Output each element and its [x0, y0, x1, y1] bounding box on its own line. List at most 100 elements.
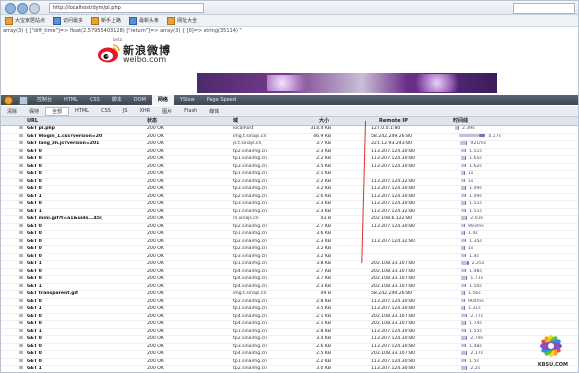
- net-request-row[interactable]: ⊞ GET 0 200 OK tp4.sinaimg.cn 2.7 KB 202.108.…: [1, 268, 578, 276]
- bookmark-item[interactable]: 最新头条: [129, 16, 159, 25]
- expand-icon[interactable]: ⊞: [19, 329, 25, 336]
- net-filter-button[interactable]: CSS: [95, 108, 117, 114]
- net-request-row[interactable]: ⊞ GET 1 200 OK tp1.sinaimg.cn 2.3 KB 113.207.…: [1, 208, 578, 216]
- net-request-row[interactable]: ⊞ GET 1 200 OK tp1.sinaimg.cn 3.8 KB 202.108.…: [1, 261, 578, 269]
- net-request-row[interactable]: ⊞ GET transparent.gif 200 OK img.t.sinajs.c…: [1, 291, 578, 299]
- col-size[interactable]: 大小: [319, 117, 329, 125]
- net-request-row[interactable]: ⊞ GET 1 200 OK tp2.sinaimg.cn 2.6 KB 113.207.…: [1, 193, 578, 201]
- expand-icon[interactable]: ⊞: [19, 276, 25, 283]
- expand-icon[interactable]: ⊞: [19, 344, 25, 351]
- expand-icon[interactable]: ⊞: [19, 126, 25, 133]
- expand-icon[interactable]: ⊞: [19, 141, 25, 148]
- page-banner[interactable]: [197, 73, 497, 93]
- expand-icon[interactable]: ⊞: [19, 291, 25, 298]
- net-request-row[interactable]: ⊞ GET lang_zh.js?version=201 200 OK js.t.si…: [1, 141, 578, 149]
- expand-icon[interactable]: ⊞: [19, 254, 25, 261]
- net-request-row[interactable]: ⊞ GET 0 200 OK tp2.sinaimg.cn 2.8 KB 113.207.…: [1, 298, 578, 306]
- firebug-tab[interactable]: 脚本: [106, 95, 128, 105]
- net-request-row[interactable]: ⊞ GET 0 200 OK tp3.sinaimg.cn 3.2 KB 1.4s: [1, 253, 578, 261]
- firebug-bug-icon[interactable]: [4, 95, 13, 105]
- net-request-row[interactable]: ⊞ GET 0 200 OK tp2.sinaimg.cn 2.3 KB 113.207.…: [1, 238, 578, 246]
- firebug-tab[interactable]: HTML: [58, 95, 84, 105]
- back-icon[interactable]: [5, 3, 16, 14]
- col-remote-ip[interactable]: Remote IP: [379, 117, 408, 125]
- expand-icon[interactable]: ⊞: [19, 194, 25, 201]
- col-timeline[interactable]: 时间线: [453, 117, 468, 125]
- net-request-row[interactable]: ⊞ GET 0 200 OK tp1.sinaimg.cn 2.1 KB 1s: [1, 171, 578, 179]
- net-request-row[interactable]: ⊞ GET 0 200 OK tp2.sinaimg.cn 3.4 KB 113.207.…: [1, 336, 578, 344]
- expand-icon[interactable]: ⊞: [19, 231, 25, 238]
- net-filter-button[interactable]: XHR: [133, 108, 156, 114]
- net-request-row[interactable]: ⊞ GET 0 200 OK tp2.sinaimg.cn 2.7 KB 113.207.…: [1, 223, 578, 231]
- net-request-row[interactable]: ⊞ GET 0 200 OK tp2.sinaimg.cn 3.2 KB 1s: [1, 246, 578, 254]
- expand-icon[interactable]: ⊞: [19, 171, 25, 178]
- net-filter-button[interactable]: 清除: [1, 108, 23, 115]
- expand-icon[interactable]: ⊞: [19, 201, 25, 208]
- expand-icon[interactable]: ⊞: [19, 239, 25, 246]
- net-request-row[interactable]: ⊞ GET 0 200 OK tp3.sinaimg.cn 3.5 KB 113.207.…: [1, 163, 578, 171]
- firebug-tab[interactable]: 网络: [151, 95, 174, 105]
- expand-icon[interactable]: ⊞: [19, 246, 25, 253]
- inspect-icon[interactable]: [19, 95, 28, 105]
- weibo-logo[interactable]: 新浪微博 weibo.com: [97, 40, 197, 68]
- reload-icon[interactable]: [29, 3, 40, 14]
- net-request-row[interactable]: ⊞ GET 0 200 OK tp2.sinaimg.cn 2.2 KB 113.207.…: [1, 178, 578, 186]
- col-status[interactable]: 状态: [147, 117, 157, 125]
- net-request-row[interactable]: ⊞ GET 0 200 OK tp1.sinaimg.cn 2.2 KB 113.207.…: [1, 156, 578, 164]
- expand-icon[interactable]: ⊞: [19, 299, 25, 306]
- col-domain[interactable]: 域: [233, 117, 238, 125]
- bookmark-item[interactable]: 新手上路: [91, 16, 121, 25]
- expand-icon[interactable]: ⊞: [19, 209, 25, 216]
- expand-icon[interactable]: ⊞: [19, 366, 25, 372]
- net-filter-button[interactable]: 图片: [156, 108, 178, 115]
- net-request-row[interactable]: ⊞ GET 0 200 OK tp1.sinaimg.cn 2.2 KB 113.207.…: [1, 358, 578, 366]
- expand-icon[interactable]: ⊞: [19, 216, 25, 223]
- net-request-row[interactable]: ⊞ GET 0 200 OK tp1.sinaimg.cn 3.6 KB 1.4s: [1, 231, 578, 239]
- net-filter-button[interactable]: 全部: [45, 106, 70, 116]
- expand-icon[interactable]: ⊞: [19, 321, 25, 328]
- expand-icon[interactable]: ⊞: [19, 156, 25, 163]
- net-filter-button[interactable]: JS: [117, 108, 134, 114]
- expand-icon[interactable]: ⊞: [19, 261, 25, 268]
- address-bar[interactable]: http://localhost/dym/pl.php: [49, 3, 204, 13]
- firebug-tab[interactable]: Page Speed: [201, 95, 242, 105]
- net-filter-button[interactable]: 媒体: [203, 108, 225, 115]
- net-request-row[interactable]: ⊞ GET 0 200 OK tp3.sinaimg.cn 2.3 KB 113.207.…: [1, 201, 578, 209]
- net-request-row[interactable]: ⊞ GET 1 200 OK tp1.sinaimg.cn 3.5 KB 113.207.…: [1, 306, 578, 314]
- net-request-row[interactable]: ⊞ GET 0 200 OK tp3.sinaimg.cn 3.2 KB 113.207.…: [1, 186, 578, 194]
- expand-icon[interactable]: ⊞: [19, 284, 25, 291]
- bookmark-item[interactable]: 大宝家居站点: [5, 16, 45, 25]
- expand-icon[interactable]: ⊞: [19, 306, 25, 313]
- net-request-row[interactable]: ⊞ GET 1 200 OK tp1.sinaimg.cn 2.8 KB 113.207.…: [1, 328, 578, 336]
- net-filter-button[interactable]: 保持: [23, 108, 45, 115]
- net-request-row[interactable]: ⊞ GET mini.gif?t=a1&uids...45(200 OK rs.si…: [1, 216, 578, 224]
- expand-icon[interactable]: ⊞: [19, 314, 25, 321]
- expand-icon[interactable]: ⊞: [19, 186, 25, 193]
- forward-icon[interactable]: [17, 3, 28, 14]
- net-request-row[interactable]: ⊞ GET 0 200 OK tp3.sinaimg.cn 2.6 KB 113.207.…: [1, 343, 578, 351]
- net-request-row[interactable]: ⊞ GET 0 200 OK tp4.sinaimg.cn 3.7 KB 202.108.…: [1, 276, 578, 284]
- net-request-row[interactable]: ⊞ GET 0 200 OK tp4.sinaimg.cn 2.1 KB 202.108.…: [1, 313, 578, 321]
- net-request-row[interactable]: ⊞ GET 1 200 OK tp2.sinaimg.cn 3.0 KB 113.207.…: [1, 366, 578, 372]
- firebug-tab[interactable]: DOM: [128, 95, 152, 105]
- net-request-row[interactable]: ⊞ GET 0 200 OK tp4.sinaimg.cn 2.5 KB 202.108.…: [1, 351, 578, 359]
- expand-icon[interactable]: ⊞: [19, 179, 25, 186]
- net-request-row[interactable]: ⊞ GET 0 200 OK tp2.sinaimg.cn 2.3 KB 113.207.…: [1, 148, 578, 156]
- firebug-tab[interactable]: 控制台: [31, 95, 58, 105]
- expand-icon[interactable]: ⊞: [19, 224, 25, 231]
- expand-icon[interactable]: ⊞: [19, 269, 25, 276]
- search-box[interactable]: [513, 3, 575, 14]
- expand-icon[interactable]: ⊞: [19, 351, 25, 358]
- expand-icon[interactable]: ⊞: [19, 164, 25, 171]
- expand-icon[interactable]: ⊞: [19, 149, 25, 156]
- net-filter-button[interactable]: Flash: [178, 108, 203, 114]
- expand-icon[interactable]: ⊞: [19, 336, 25, 343]
- firebug-tab[interactable]: CSS: [84, 95, 106, 105]
- net-request-row[interactable]: ⊞ GET pl.php 200 OK localhost 314.4 KB 127.0.…: [1, 126, 578, 134]
- firebug-tab[interactable]: YSlow: [174, 95, 201, 105]
- col-url[interactable]: URL: [27, 117, 38, 125]
- expand-icon[interactable]: ⊞: [19, 134, 25, 141]
- expand-icon[interactable]: ⊞: [19, 359, 25, 366]
- net-request-row[interactable]: ⊞ GET 9login_1.css?version=20 200 OK img.t.…: [1, 133, 578, 141]
- bookmark-item[interactable]: 网址大全: [167, 16, 197, 25]
